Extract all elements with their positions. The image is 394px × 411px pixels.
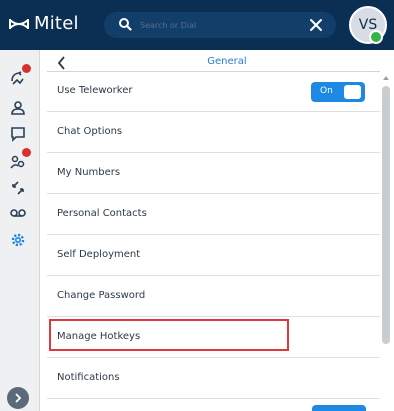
call-history-badge bbox=[22, 64, 31, 73]
voicemail-icon bbox=[10, 209, 26, 217]
side-navigation bbox=[0, 50, 40, 411]
chat-icon bbox=[11, 127, 25, 142]
top-bar: Mitel VS bbox=[0, 0, 394, 50]
search-bar bbox=[104, 12, 336, 38]
settings-row-self-deployment[interactable]: Self Deployment bbox=[47, 236, 380, 276]
back-chevron-icon[interactable] bbox=[56, 56, 68, 70]
toggle-state-label: On bbox=[320, 86, 333, 96]
call-forwarding-icon bbox=[12, 181, 24, 195]
section-title: General bbox=[207, 56, 247, 67]
row-label: My Numbers bbox=[57, 167, 121, 178]
settings-row-chat-options[interactable]: Chat Options bbox=[47, 113, 380, 153]
row-label: Change Password bbox=[57, 290, 146, 301]
search-icon bbox=[119, 18, 132, 31]
toggle-knob bbox=[344, 85, 361, 99]
settings-icon bbox=[11, 233, 25, 247]
partial-toggle[interactable] bbox=[312, 405, 366, 411]
rail-item-contacts[interactable] bbox=[8, 98, 28, 118]
scroll-up-arrow-icon[interactable] bbox=[383, 76, 389, 80]
settings-row-change-password[interactable]: Change Password bbox=[47, 277, 380, 317]
search-input[interactable] bbox=[140, 16, 300, 34]
settings-row-notifications[interactable]: Notifications bbox=[47, 359, 380, 399]
rail-item-chat[interactable] bbox=[8, 124, 28, 144]
settings-panel: General Use Teleworker On Chat Options M… bbox=[47, 50, 394, 411]
row-label: Use Teleworker bbox=[57, 85, 133, 96]
teleworker-toggle[interactable]: On bbox=[311, 82, 365, 102]
chevron-right-icon bbox=[15, 393, 22, 403]
mitel-logo: Mitel bbox=[8, 13, 79, 34]
clear-search-icon[interactable] bbox=[309, 18, 323, 32]
scrollbar-thumb[interactable] bbox=[382, 86, 390, 344]
rail-item-call-forwarding[interactable] bbox=[8, 178, 28, 198]
brand-name: Mitel bbox=[34, 13, 79, 34]
settings-row-use-teleworker[interactable]: Use Teleworker On bbox=[47, 72, 380, 112]
groups-badge bbox=[22, 148, 31, 157]
settings-row-personal-contacts[interactable]: Personal Contacts bbox=[47, 195, 380, 235]
expand-sidebar-button[interactable] bbox=[7, 387, 29, 409]
row-label: Notifications bbox=[57, 372, 120, 383]
mitel-logo-icon bbox=[9, 18, 29, 29]
row-label: Self Deployment bbox=[57, 249, 141, 260]
rail-item-voicemail[interactable] bbox=[8, 202, 28, 222]
settings-subheader: General bbox=[47, 56, 380, 70]
rail-item-settings[interactable] bbox=[8, 230, 28, 250]
row-label: Personal Contacts bbox=[57, 208, 147, 219]
presence-status-indicator bbox=[369, 30, 383, 44]
scrollbar[interactable] bbox=[381, 72, 391, 411]
contacts-icon bbox=[11, 101, 25, 115]
settings-row-my-numbers[interactable]: My Numbers bbox=[47, 154, 380, 194]
row-label: Chat Options bbox=[57, 126, 123, 137]
mitel-app: Mitel VS bbox=[0, 0, 394, 411]
highlight-box bbox=[49, 319, 289, 351]
